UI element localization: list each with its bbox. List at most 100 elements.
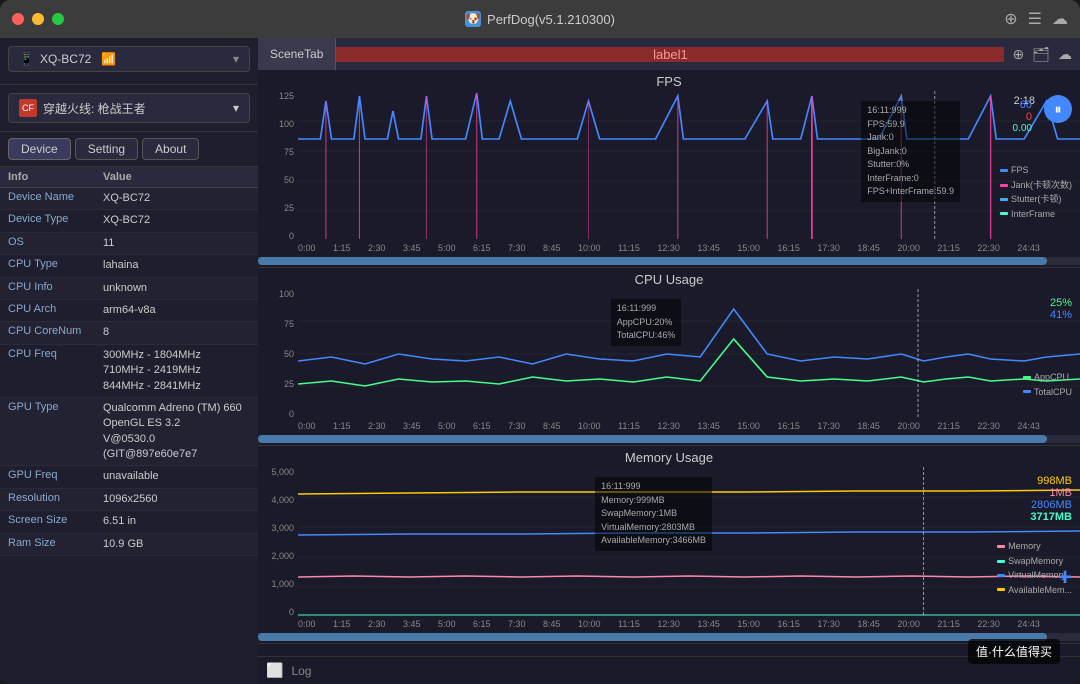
device-selector: 📱 XQ-BC72 📶 ▾ (0, 38, 258, 85)
log-expand-icon[interactable]: ⬜ (266, 662, 283, 679)
charts-scroll[interactable]: FPS 125 100 75 50 25 0 (258, 70, 1080, 656)
pause-button[interactable]: ⏸ (1044, 95, 1072, 123)
info-row-key: GPU Type (8, 400, 103, 414)
folder-icon-2[interactable]: 🗂 (1032, 46, 1050, 63)
close-button[interactable] (12, 13, 24, 25)
info-table-row: OS 11 (0, 233, 258, 255)
game-select-button[interactable]: CF 穿越火线: 枪战王者 ▾ (8, 93, 250, 123)
memory-scrollbar[interactable] (258, 633, 1080, 641)
pause-icon: ⏸ (1055, 101, 1062, 118)
device-select-button[interactable]: 📱 XQ-BC72 📶 ▾ (8, 46, 250, 72)
main-content: 📱 XQ-BC72 📶 ▾ CF 穿越火线: 枪战王者 ▾ Device Set… (0, 38, 1080, 684)
info-row-key: Device Type (8, 212, 103, 226)
sidebar: 📱 XQ-BC72 📶 ▾ CF 穿越火线: 枪战王者 ▾ Device Set… (0, 38, 258, 684)
info-table-row: CPU Arch arm64-v8a (0, 300, 258, 322)
info-table-header: Info Value (0, 167, 258, 188)
info-row-key: Device Name (8, 190, 103, 204)
info-row-value: Qualcomm Adreno (TM) 660 OpenGL ES 3.2 V… (103, 400, 250, 464)
info-row-value: arm64-v8a (103, 302, 250, 319)
maximize-button[interactable] (52, 13, 64, 25)
memory-chart: Memory Usage 5,000 4,000 3,000 2,000 1,0… (258, 446, 1080, 644)
device-dropdown-arrow: ▾ (233, 52, 239, 66)
tab-about[interactable]: About (142, 138, 199, 160)
device-icon: 📱 (19, 52, 34, 66)
cpu-chart-inner: 16:11:999 AppCPU:20% TotalCPU:46% 25% 41… (298, 289, 1080, 419)
memory-yaxis: 5,000 4,000 3,000 2,000 1,000 0 (258, 467, 298, 617)
tab-device[interactable]: Device (8, 138, 71, 160)
memory-info-box: 16:11:999 Memory:999MB SwapMemory:1MB Vi… (595, 477, 712, 551)
cpu-legend: AppCPU TotalCPU (1023, 370, 1072, 399)
device-name-label: XQ-BC72 (40, 52, 91, 66)
fps-current-values: 60 0 0.00 (1013, 99, 1032, 134)
charts-topbar: SceneTab label1 ⊕ 🗂 ☁ (258, 38, 1080, 70)
info-row-key: GPU Freq (8, 468, 103, 482)
info-row-value: XQ-BC72 (103, 212, 250, 229)
fps-yaxis: 125 100 75 50 25 0 (258, 91, 298, 241)
info-row-key: CPU CoreNum (8, 324, 103, 338)
info-table-row: CPU Info unknown (0, 278, 258, 300)
fps-svg (298, 91, 1080, 241)
titlebar: 🐶 PerfDog(v5.1.210300) ⊕ ☰ ☁ (0, 0, 1080, 38)
cpu-chart-wrapper: 100 75 50 25 0 (258, 289, 1080, 419)
folder-icon[interactable]: ☰ (1028, 9, 1042, 29)
fps-legend: FPS Jank(卡顿次数) Stutter(卡顿) InterFrame (1000, 163, 1072, 221)
app-window: 🐶 PerfDog(v5.1.210300) ⊕ ☰ ☁ 📱 XQ-BC72 📶… (0, 0, 1080, 684)
info-row-value: 10.9 GB (103, 536, 250, 553)
fps-scrollbar[interactable] (258, 257, 1080, 265)
info-row-value: XQ-BC72 (103, 190, 250, 207)
fps-chart: FPS 125 100 75 50 25 0 (258, 70, 1080, 268)
info-row-key: Screen Size (8, 513, 103, 527)
game-name-label: 穿越火线: 枪战王者 (43, 100, 146, 117)
fps-chart-title: FPS (258, 70, 1080, 91)
cloud-icon[interactable]: ☁ (1052, 9, 1068, 29)
info-row-value: 11 (103, 235, 250, 252)
game-dropdown-arrow: ▾ (233, 101, 239, 115)
game-icon: CF (19, 99, 37, 117)
cpu-scrollbar[interactable] (258, 435, 1080, 443)
location-icon-2[interactable]: ⊕ (1012, 46, 1024, 63)
info-row-value: unknown (103, 280, 250, 297)
app-icon: 🐶 (465, 11, 481, 27)
info-table-row: CPU CoreNum 8 (0, 322, 258, 344)
tab-setting[interactable]: Setting (75, 138, 138, 160)
cpu-svg (298, 289, 1080, 419)
fps-info-box: 16:11:999 FPS:59.9 Jank:0 BigJank:0 Stut… (861, 101, 960, 202)
add-chart-button[interactable]: + (1058, 564, 1072, 592)
watermark: 值·什么值得买 (968, 639, 1060, 664)
window-controls (12, 13, 64, 25)
cpu-xaxis: 0:001:152:303:455:006:157:308:4510:0011:… (258, 419, 1080, 433)
memory-chart-wrapper: 5,000 4,000 3,000 2,000 1,000 0 (258, 467, 1080, 617)
memory-current-values: 998MB 1MB 2806MB 3717MB (1030, 475, 1072, 523)
cpu-current-values: 25% 41% (1050, 297, 1072, 321)
info-row-value: 6.51 in (103, 513, 250, 530)
scenetab-button[interactable]: SceneTab (258, 38, 336, 70)
log-label: Log (291, 664, 311, 678)
cpu-chart: CPU Usage 100 75 50 25 0 (258, 268, 1080, 446)
info-row-value: 1096x2560 (103, 491, 250, 508)
fps-chart-wrapper: 125 100 75 50 25 0 (258, 91, 1080, 241)
cpu-info-box: 16:11:999 AppCPU:20% TotalCPU:46% (611, 299, 682, 346)
info-table-row: Device Type XQ-BC72 (0, 210, 258, 232)
fps-xaxis: 0:001:152:303:455:006:157:308:4510:0011:… (258, 241, 1080, 255)
info-table-row: GPU Type Qualcomm Adreno (TM) 660 OpenGL… (0, 398, 258, 467)
cloud-icon-2[interactable]: ☁ (1058, 46, 1072, 63)
info-row-key: OS (8, 235, 103, 249)
info-table-row: Screen Size 6.51 in (0, 511, 258, 533)
info-table-row: CPU Type lahaina (0, 255, 258, 277)
info-table-row: CPU Freq 300MHz - 1804MHz 710MHz - 2419M… (0, 345, 258, 398)
info-row-key: Resolution (8, 491, 103, 505)
log-bar: ⬜ Log (258, 656, 1080, 684)
label1-area: label1 (336, 47, 1004, 62)
memory-chart-inner: 16:11:999 Memory:999MB SwapMemory:1MB Vi… (298, 467, 1080, 617)
minimize-button[interactable] (32, 13, 44, 25)
titlebar-actions: ⊕ ☰ ☁ (1004, 9, 1068, 29)
cpu-yaxis: 100 75 50 25 0 (258, 289, 298, 419)
info-table-row: Resolution 1096x2560 (0, 489, 258, 511)
fps-chart-inner: 16:11:999 FPS:59.9 Jank:0 BigJank:0 Stut… (298, 91, 1080, 241)
info-table-row: Device Name XQ-BC72 (0, 188, 258, 210)
wifi-icon: 📶 (101, 52, 116, 66)
location-icon[interactable]: ⊕ (1004, 9, 1017, 29)
info-table: Info Value Device Name XQ-BC72 Device Ty… (0, 167, 258, 684)
info-row-key: CPU Info (8, 280, 103, 294)
info-row-value: unavailable (103, 468, 250, 485)
